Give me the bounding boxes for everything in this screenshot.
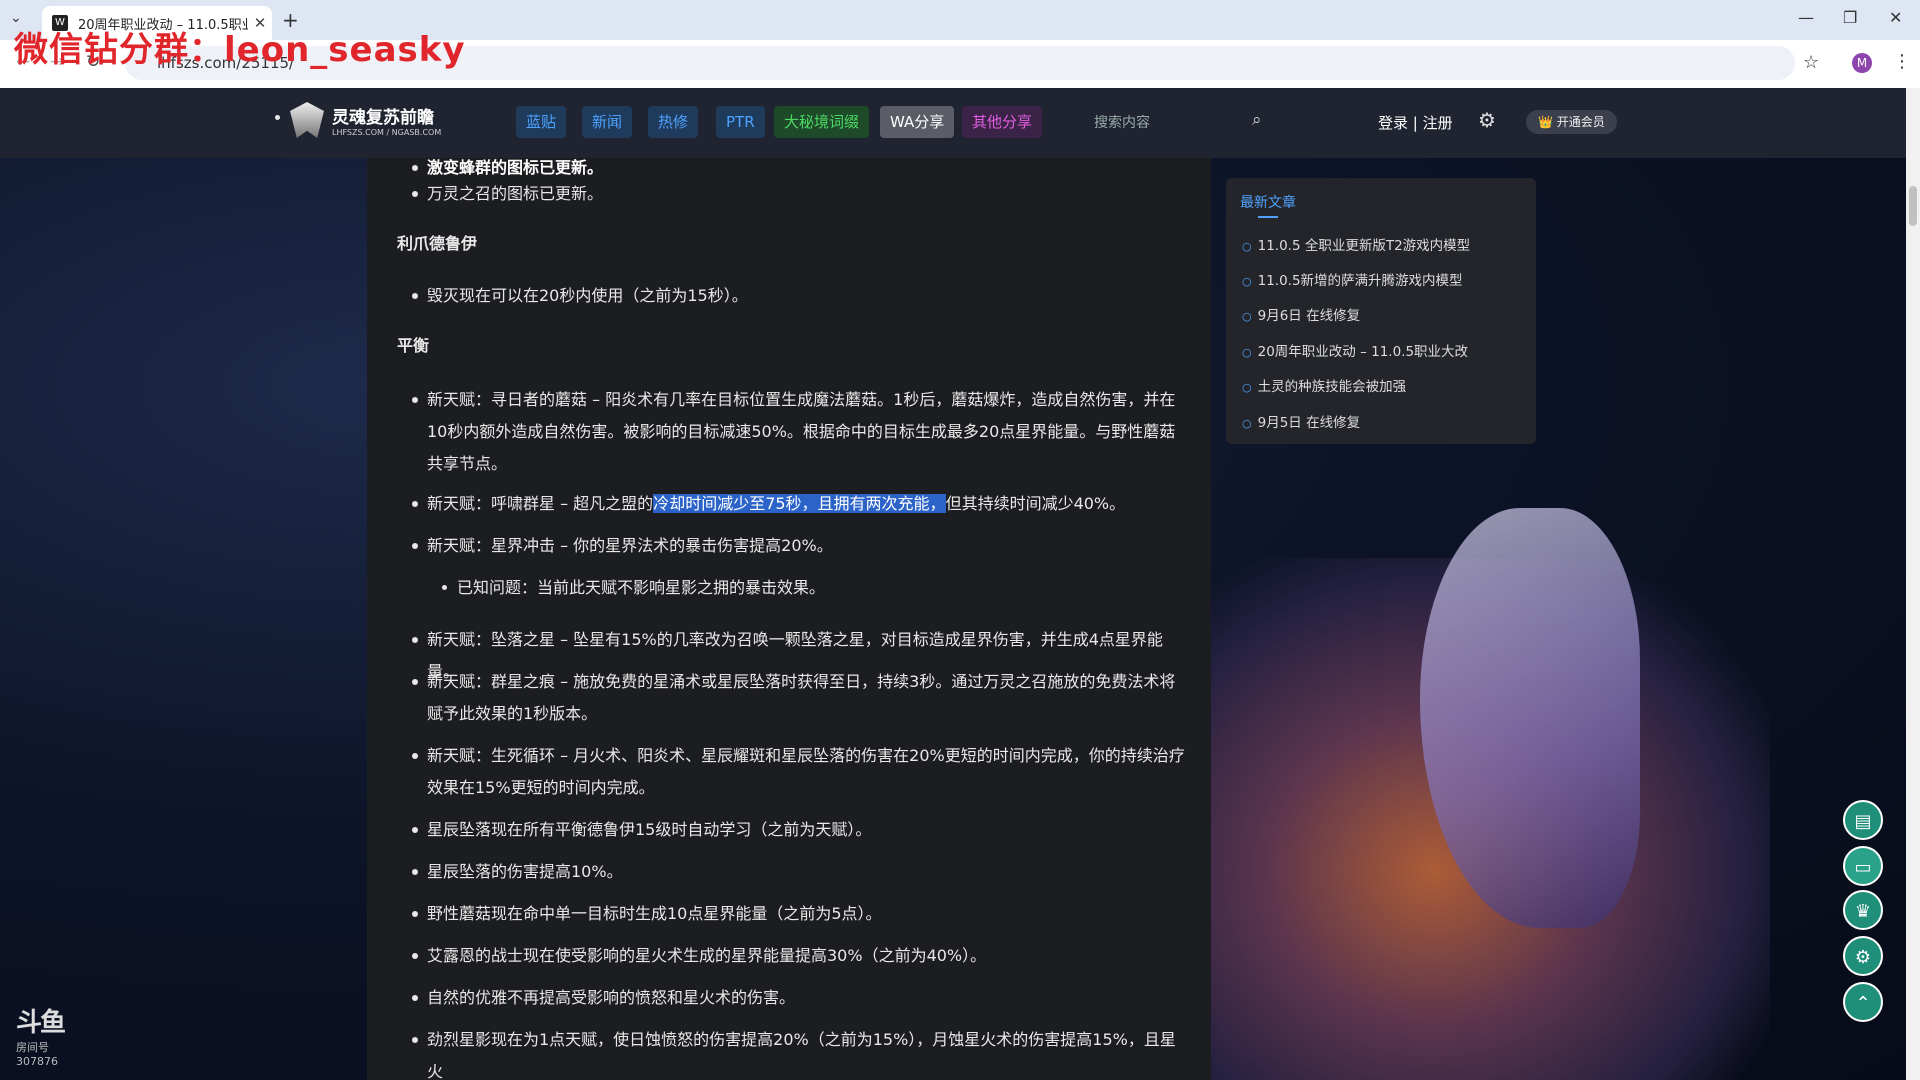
gear-icon[interactable]: ⚙ — [1478, 108, 1496, 132]
list-item: 星辰坠落的伤害提高10%。 — [412, 856, 1187, 888]
nav-bluepost[interactable]: 蓝贴 — [516, 106, 567, 138]
sub-list-item: 已知问题：当前此天赋不影响星影之拥的暴击效果。 — [442, 572, 1187, 604]
latest-article-link[interactable]: 20周年职业改动 – 11.0.5职业大改 — [1242, 340, 1468, 360]
list-item: 新天赋：群星之痕 – 施放免费的星涌术或星辰坠落时获得至日，持续3秒。通过万灵之… — [412, 666, 1187, 730]
section-heading-balance: 平衡 — [397, 336, 430, 355]
login-register[interactable]: 登录 | 注册 — [1378, 112, 1453, 133]
list-item: 艾露恩的战士现在使受影响的星火术生成的星界能量提高30%（之前为40%）。 — [412, 940, 1187, 972]
scrollbar-thumb[interactable] — [1909, 186, 1917, 226]
douyu-watermark: 斗鱼 房间号 307876 — [16, 1002, 66, 1068]
vip-button[interactable]: 👑 开通会员 — [1526, 110, 1617, 134]
nav-hotfix[interactable]: 热修 — [648, 106, 699, 138]
bookmark-star-icon[interactable]: ☆ — [1803, 52, 1819, 73]
back-to-top-icon[interactable]: ⌃ — [1843, 982, 1883, 1022]
minimize-icon[interactable]: — — [1798, 8, 1814, 27]
web-page: 灵魂复苏前瞻 LHFSZS.COM / NGASB.COM 蓝贴 新闻 热修 P… — [0, 88, 1920, 1080]
latest-article-link[interactable]: 9月6日 在线修复 — [1242, 304, 1360, 324]
logo-name: 灵魂复苏前瞻 — [332, 108, 434, 128]
latest-articles-panel: 最新文章 11.0.5 全职业更新版T2游戏内模型 11.0.5新增的萨满升腾游… — [1226, 178, 1536, 444]
douyu-room-number: 307876 — [16, 1055, 58, 1068]
profile-avatar[interactable]: M — [1852, 53, 1872, 73]
register-link[interactable]: 注册 — [1423, 114, 1453, 132]
nav-news[interactable]: 新闻 — [582, 106, 633, 138]
login-link[interactable]: 登录 — [1378, 114, 1408, 132]
list-text-tail: 但其持续时间减少40%。 — [945, 494, 1126, 513]
search-icon[interactable]: ⌕ — [1252, 110, 1262, 130]
selected-text: 冷却时间减少至75秒，且拥有两次充能， — [653, 494, 946, 513]
logo-sub: LHFSZS.COM / NGASB.COM — [332, 128, 442, 137]
vip-label: 开通会员 — [1556, 115, 1605, 129]
nav-mythic-affix[interactable]: 大秘境词缀 — [774, 106, 870, 138]
search-input[interactable]: 搜索内容 — [1094, 112, 1150, 132]
list-text: 新天赋：呼啸群星 – 超凡之盟的 — [427, 494, 654, 513]
latest-article-link[interactable]: 11.0.5 全职业更新版T2游戏内模型 — [1242, 234, 1471, 254]
browser-menu-icon[interactable]: ⋮ — [1893, 51, 1911, 72]
panel-title: 最新文章 — [1240, 195, 1296, 211]
section-heading-feral: 利爪德鲁伊 — [397, 234, 478, 253]
article-body: 激变蜂群的图标已更新。 万灵之召的图标已更新。 利爪德鲁伊 毁灭现在可以在20秒… — [367, 158, 1211, 1080]
latest-article-link[interactable]: 9月5日 在线修复 — [1242, 411, 1360, 431]
latest-article-link[interactable]: 土灵的种族技能会被加强 — [1242, 375, 1407, 395]
douyu-logo: 斗鱼 — [16, 1008, 66, 1038]
crown-icon[interactable]: ♛ — [1843, 890, 1883, 930]
logo-emblem-icon — [290, 102, 324, 138]
list-item: 野性蘑菇现在命中单一目标时生成10点星界能量（之前为5点）。 — [412, 898, 1187, 930]
list-item: 毁灭现在可以在20秒内使用（之前为15秒）。 — [412, 280, 1187, 312]
nav-other-share[interactable]: 其他分享 — [962, 106, 1043, 138]
list-item: 劲烈星影现在为1点天赋，使日蚀愤怒的伤害提高20%（之前为15%），月蚀星火术的… — [412, 1024, 1187, 1080]
restore-icon[interactable]: ❐ — [1843, 8, 1857, 27]
douyu-room-label: 房间号 — [16, 1041, 49, 1054]
list-item: 新天赋：生死循环 – 月火术、阳炎术、星辰耀斑和星辰坠落的伤害在20%更短的时间… — [412, 740, 1187, 804]
nav-wa-share[interactable]: WA分享 — [880, 106, 955, 138]
document-icon[interactable]: ▤ — [1843, 800, 1883, 840]
list-item: 新天赋：寻日者的蘑菇 – 阳炎术有几率在目标位置生成魔法蘑菇。1秒后，蘑菇爆炸，… — [412, 384, 1187, 480]
title-underline — [1258, 216, 1278, 218]
settings-icon[interactable]: ⚙ — [1843, 936, 1883, 976]
list-item: 自然的优雅不再提高受影响的愤怒和星火术的伤害。 — [412, 982, 1187, 1014]
stream-watermark-text: 微信钻分群：leon_seasky — [14, 30, 466, 70]
site-logo[interactable]: 灵魂复苏前瞻 LHFSZS.COM / NGASB.COM — [290, 102, 441, 138]
list-item: 新天赋：星界冲击 – 你的星界法术的暴击伤害提高20%。 — [412, 530, 1187, 562]
site-header: 灵魂复苏前瞻 LHFSZS.COM / NGASB.COM 蓝贴 新闻 热修 P… — [0, 88, 1920, 158]
page-scrollbar[interactable] — [1906, 88, 1920, 1080]
list-item: 万灵之召的图标已更新。 — [412, 178, 1187, 210]
latest-article-link[interactable]: 11.0.5新增的萨满升腾游戏内模型 — [1242, 269, 1463, 289]
list-item: 星辰坠落现在所有平衡德鲁伊15级时自动学习（之前为天赋）。 — [412, 814, 1187, 846]
close-window-icon[interactable]: ✕ — [1889, 8, 1902, 27]
list-text: 激变蜂群的图标已更新。 — [427, 158, 604, 177]
list-item: 新天赋：呼啸群星 – 超凡之盟的冷却时间减少至75秒，且拥有两次充能，但其持续时… — [412, 488, 1187, 520]
nav-ptr[interactable]: PTR — [716, 106, 765, 138]
comment-icon[interactable]: ▭ — [1843, 846, 1883, 886]
